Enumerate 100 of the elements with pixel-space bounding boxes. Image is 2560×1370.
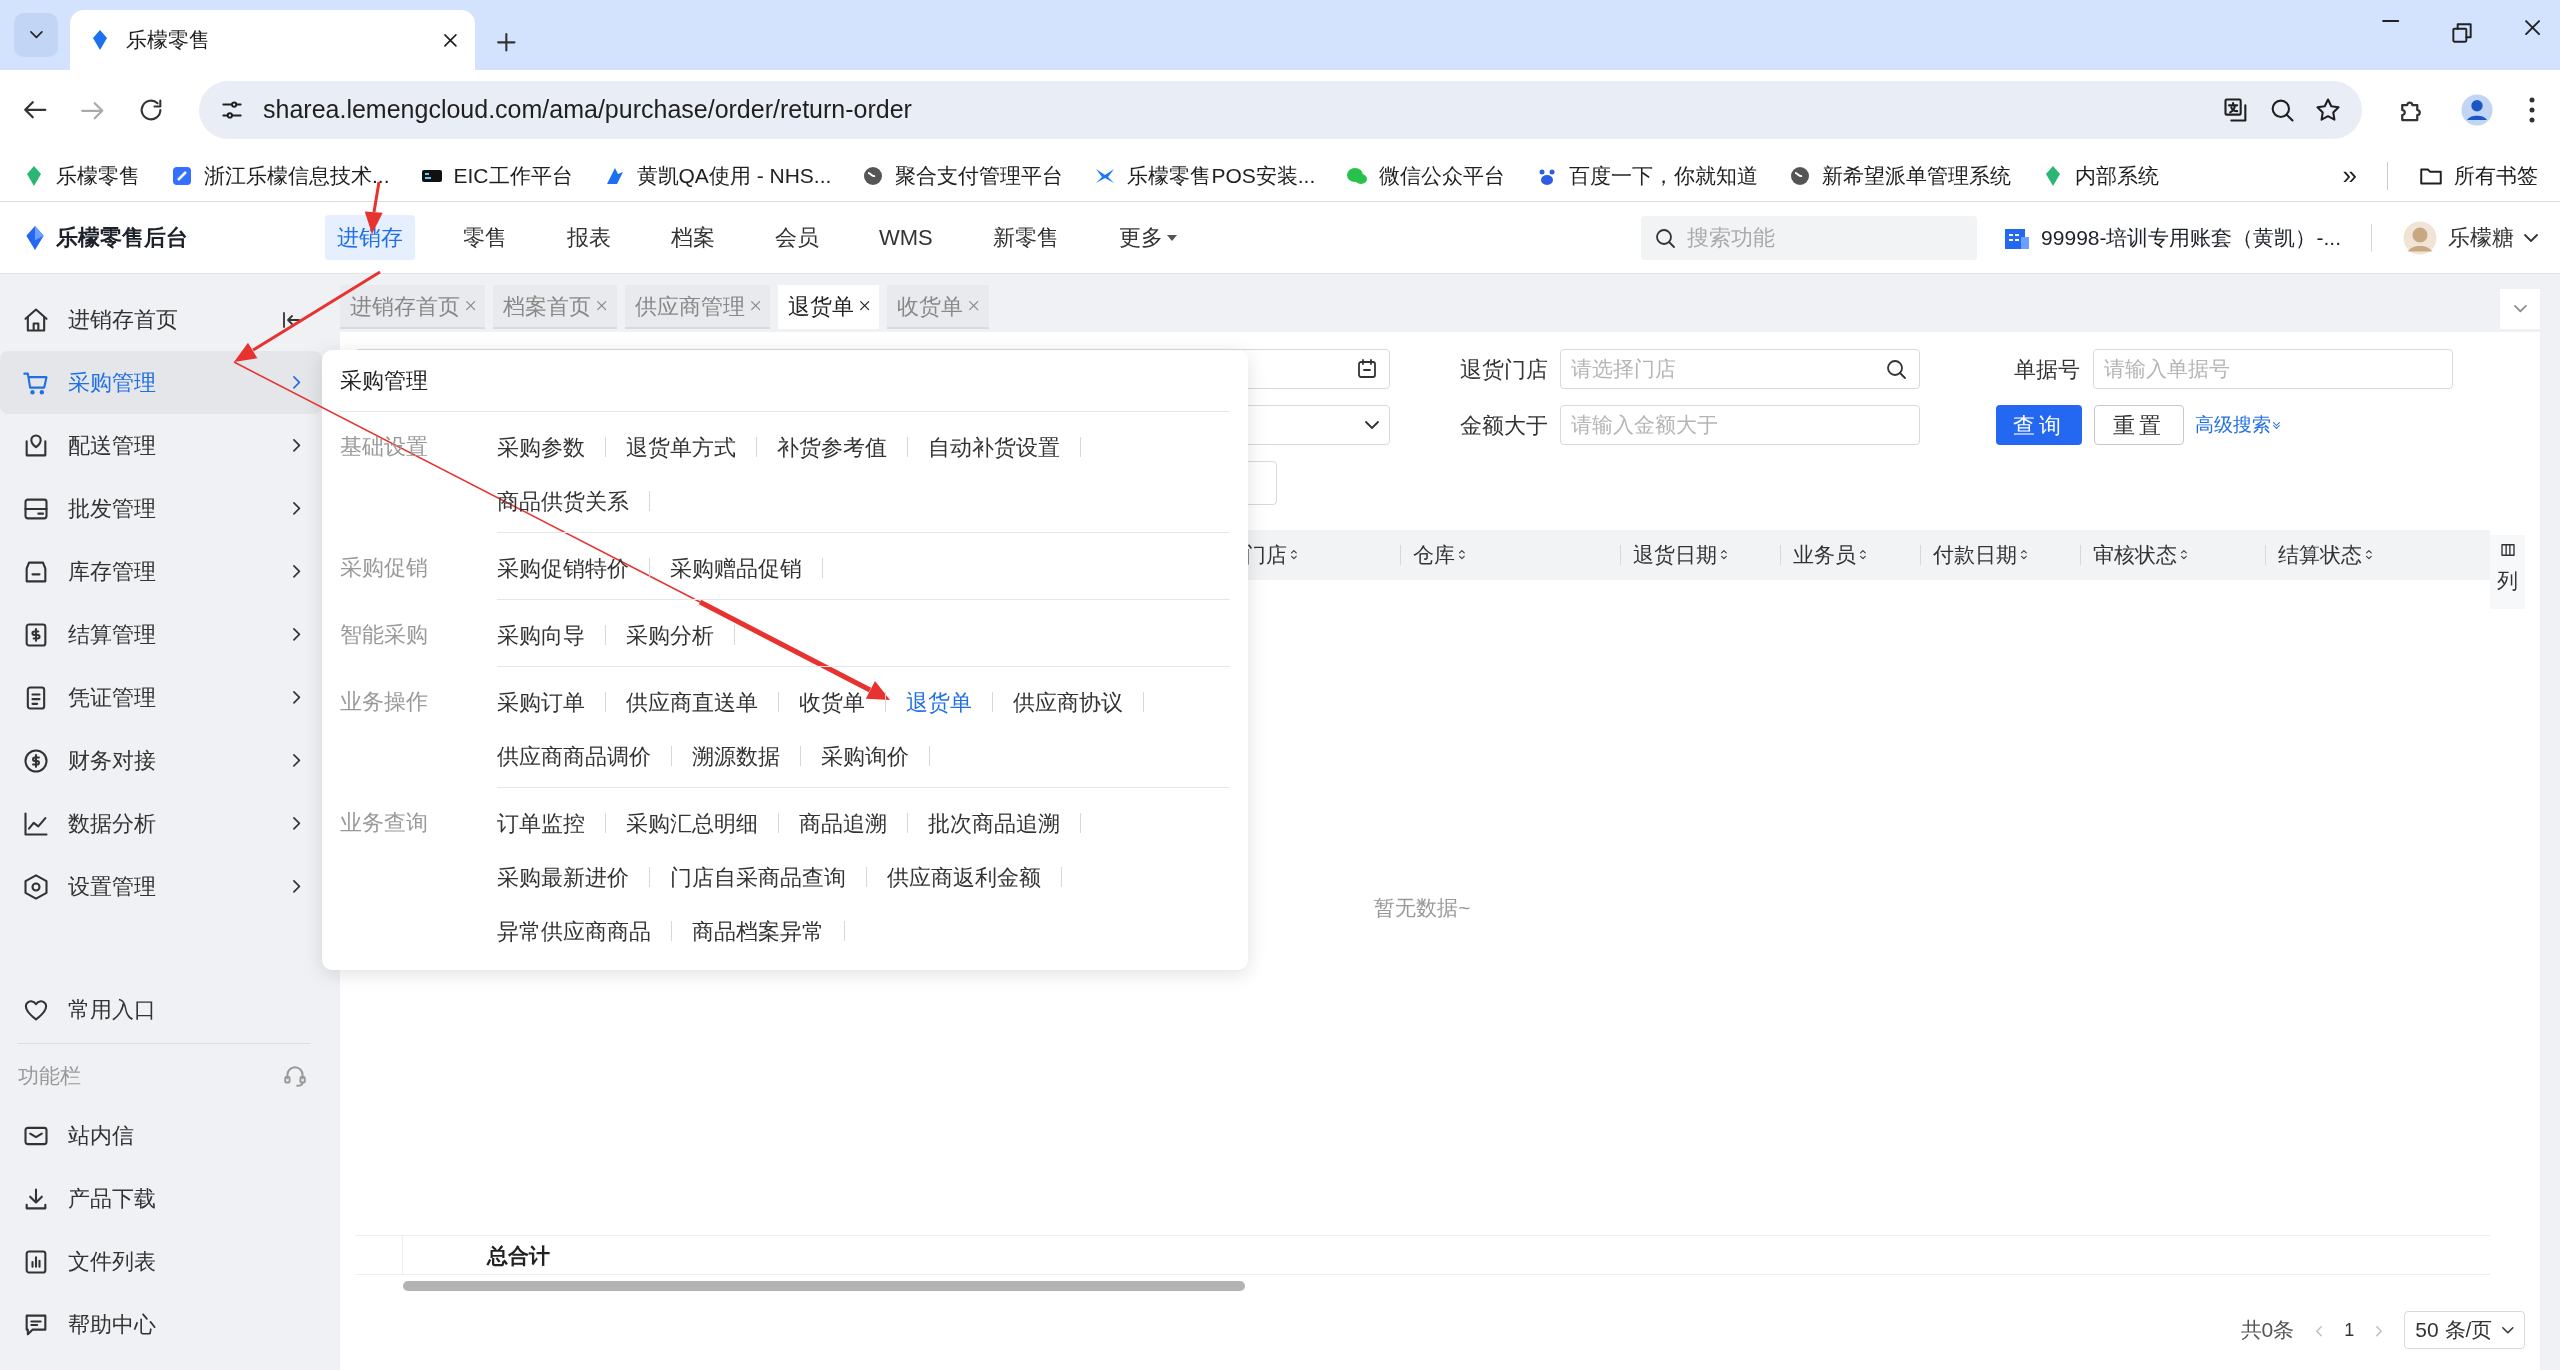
menu-item[interactable]: 供应商直送单 [626, 685, 758, 719]
menu-item[interactable]: 采购促销特价 [497, 551, 629, 585]
document-number-field[interactable]: 请输入单据号 [2093, 349, 2453, 389]
menu-item[interactable]: 供应商商品调价 [497, 739, 651, 773]
menu-item[interactable]: 自动补货设置 [928, 430, 1060, 464]
nav-tab[interactable]: 报表 [555, 215, 623, 260]
menu-item[interactable]: 商品档案异常 [692, 914, 824, 948]
menu-item[interactable]: 收货单 [799, 685, 865, 719]
menu-item[interactable]: 采购向导 [497, 618, 585, 652]
nav-tab[interactable]: 进销存 [325, 215, 415, 260]
reset-button[interactable]: 重置 [2094, 405, 2184, 445]
sidebar-item[interactable]: 常用入口 [0, 978, 322, 1041]
columns-icon [2498, 541, 2517, 559]
menu-item[interactable]: 退货单 [906, 685, 972, 719]
menu-item[interactable]: 批次商品追溯 [928, 806, 1060, 840]
menu-item[interactable]: 采购汇总明细 [626, 806, 758, 840]
menu-item[interactable]: 供应商协议 [1013, 685, 1123, 719]
menu-item[interactable]: 采购订单 [497, 685, 585, 719]
amount-field[interactable]: 请输入金额大于 [1560, 405, 1920, 445]
address-bar[interactable]: sharea.lemengcloud.com/ama/purchase/order/return-order [199, 81, 2362, 139]
bookmark[interactable]: 新希望派单管理系统 [1788, 159, 2012, 192]
nav-tab[interactable]: 更多 [1106, 215, 1189, 260]
bookmark[interactable]: EIC工作平台 [419, 159, 573, 192]
sidebar-item[interactable]: 数据分析 [0, 792, 322, 855]
user-menu[interactable]: 乐檬糖 [2402, 219, 2538, 256]
sidebar-item[interactable]: 采购管理 [0, 351, 322, 414]
new-tab-icon[interactable] [497, 33, 516, 53]
query-button[interactable]: 查询 [1996, 405, 2082, 445]
section-title: 功能栏 [18, 1063, 81, 1090]
menu-icon[interactable] [2528, 96, 2536, 124]
sidebar-item[interactable]: 文件列表 [0, 1230, 322, 1293]
sidebar-item[interactable]: 财务对接 [0, 729, 322, 792]
menu-item[interactable]: 溯源数据 [692, 739, 780, 773]
account-switcher[interactable]: 99998-培训专用账套（黄凯）-... [2003, 221, 2341, 254]
column-header[interactable]: 业务员 [1780, 545, 1920, 565]
column-header[interactable]: 付款日期 [1920, 545, 2080, 565]
sidebar-item[interactable]: 配送管理 [0, 414, 322, 477]
minimize-icon[interactable] [2381, 20, 2399, 23]
menu-item[interactable]: 采购参数 [497, 430, 585, 464]
close-icon[interactable] [444, 33, 457, 47]
page-tab[interactable]: 退货单 [778, 285, 880, 329]
menu-item[interactable]: 退货单方式 [626, 430, 736, 464]
total-count: 共0条 [2240, 1317, 2295, 1344]
bookmark[interactable]: 内部系统 [2041, 159, 2160, 192]
bookmark[interactable]: 乐檬零售 [22, 159, 140, 192]
browser-tab[interactable]: 乐檬零售 [70, 10, 475, 70]
back-icon[interactable] [24, 101, 47, 119]
nav-tab[interactable]: 新零售 [980, 215, 1071, 260]
bookmark[interactable]: 百度一下，你就知道 [1535, 159, 1759, 192]
sidebar-item[interactable]: 结算管理 [0, 603, 322, 666]
menu-item[interactable]: 异常供应商商品 [497, 914, 651, 948]
menu-item[interactable]: 门店自采商品查询 [670, 860, 846, 894]
sidebar-item[interactable]: 批发管理 [0, 477, 322, 540]
page-number[interactable]: 1 [2344, 1316, 2355, 1344]
bookmark[interactable]: 浙江乐檬信息技术... [170, 159, 390, 192]
close-icon[interactable] [860, 301, 870, 311]
sidebar-item[interactable]: 帮助中心 [0, 1293, 322, 1356]
advanced-search-link[interactable]: 高级搜索 [2195, 410, 2280, 440]
nav-tab[interactable]: WMS [867, 215, 945, 260]
app-logo-text: 乐檬零售后台 [56, 224, 188, 252]
store-field[interactable]: 请选择门店 [1560, 349, 1920, 389]
menu-item[interactable]: 补货参考值 [777, 430, 887, 464]
sidebar-item[interactable]: 库存管理 [0, 540, 322, 603]
menu-item[interactable]: 供应商返利金额 [887, 860, 1041, 894]
sidebar-item[interactable]: 设置管理 [0, 855, 322, 918]
nav-tab[interactable]: 零售 [451, 215, 519, 260]
nav-tab[interactable]: 档案 [659, 215, 727, 260]
menu-item[interactable]: 采购赠品促销 [670, 551, 802, 585]
search-field[interactable]: 搜索功能 [1641, 215, 1978, 260]
menu-item[interactable]: 订单监控 [497, 806, 585, 840]
bookmark[interactable]: 乐檬零售POS安装... [1093, 159, 1316, 192]
page-size-select[interactable]: 50 条/页 [2404, 1311, 2525, 1349]
star-icon[interactable] [2314, 96, 2342, 124]
line-chart-icon [22, 809, 50, 838]
chevron-right-icon [292, 880, 300, 893]
menu-item[interactable]: 采购分析 [626, 618, 714, 652]
sidebar-item[interactable]: 进销存首页 [0, 288, 322, 351]
chevron-right-icon [292, 565, 300, 578]
column-settings-button[interactable]: 列 [2490, 535, 2525, 609]
chevron-right-icon [292, 691, 300, 704]
column-header[interactable]: 审核状态 [2080, 545, 2265, 565]
bookmark[interactable]: 黄凯QA使用 - NHS... [602, 159, 832, 192]
nav-tab[interactable]: 会员 [763, 215, 831, 260]
profile-icon[interactable] [2460, 93, 2494, 127]
dollar-icon [22, 746, 50, 775]
column-header[interactable]: 仓库 [1400, 545, 1620, 565]
sidebar-item[interactable]: 凭证管理 [0, 666, 322, 729]
scrollbar-thumb[interactable] [403, 1281, 1245, 1291]
bookmark[interactable]: 微信公众平台 [1345, 159, 1506, 192]
sidebar-item[interactable]: 产品下载 [0, 1167, 322, 1230]
collapse-icon[interactable] [283, 311, 300, 328]
menu-item[interactable]: 商品追溯 [799, 806, 887, 840]
bookmark[interactable]: 聚合支付管理平台 [861, 159, 1064, 192]
bookmarks-folder[interactable]: 所有书签 [2418, 159, 2538, 192]
menu-item[interactable]: 采购询价 [821, 739, 909, 773]
menu-item[interactable]: 采购最新进价 [497, 860, 629, 894]
close-icon[interactable] [2524, 20, 2540, 36]
sidebar-item[interactable]: 站内信 [0, 1104, 322, 1167]
column-header[interactable]: 退货日期 [1620, 545, 1780, 565]
more-bookmarks-button[interactable]: » [2342, 156, 2357, 195]
